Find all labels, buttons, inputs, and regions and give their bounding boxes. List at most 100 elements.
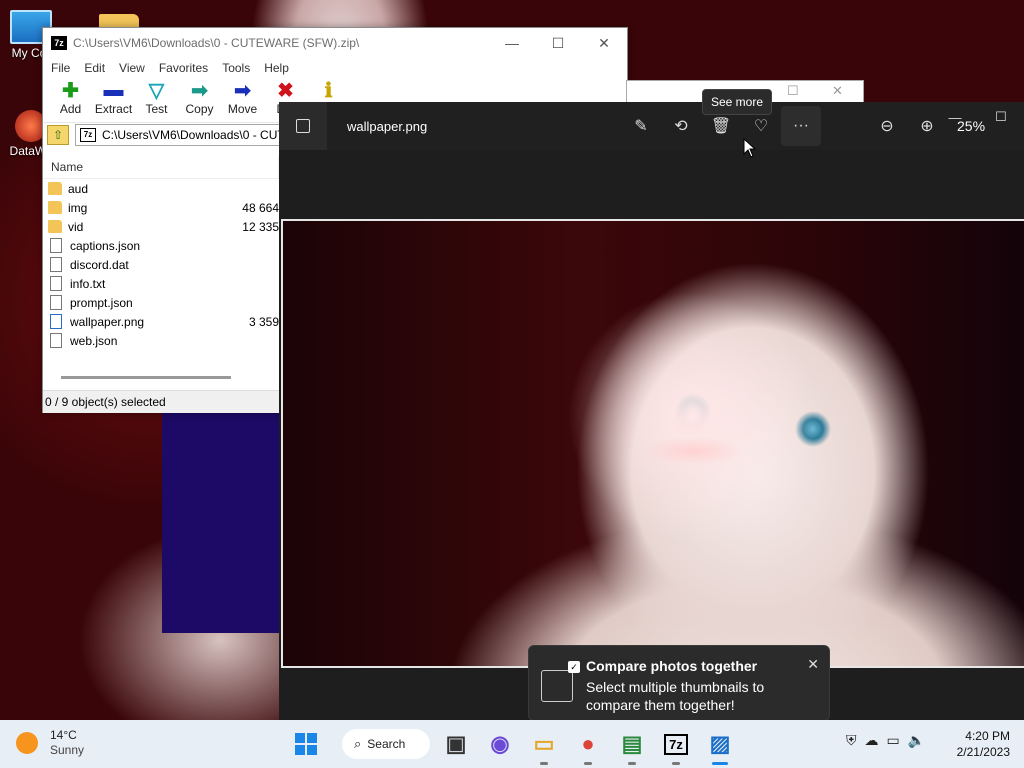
clock[interactable]: 4:20 PM 2/21/2023	[957, 728, 1010, 760]
minimize-button[interactable]: —	[489, 28, 535, 58]
app-green-icon: ▤	[621, 731, 643, 756]
volume-icon[interactable]: 🔈	[908, 732, 925, 749]
taskbar-app-file-explorer[interactable]: ▭	[528, 728, 560, 765]
close-button[interactable]: ✕	[581, 28, 627, 58]
weather-widget[interactable]: 14°C Sunny	[16, 728, 84, 757]
check-icon: ▽	[148, 79, 165, 102]
image-viewer-kitten-photo[interactable]	[281, 219, 1024, 668]
network-icon[interactable]: ▭	[887, 732, 900, 749]
file-name: img	[68, 200, 88, 215]
clock-time: 4:20 PM	[965, 729, 1010, 743]
archive-icon: 7z	[80, 128, 96, 142]
running-indicator	[584, 762, 592, 765]
see-more-button[interactable]: ···	[781, 106, 821, 146]
toolbar-button-move[interactable]: ➡ Move	[221, 78, 264, 117]
toolbar-button-copy[interactable]: ➡ Copy	[178, 78, 221, 117]
chat-icon: ◉	[490, 731, 510, 756]
see-more-icon: ···	[793, 117, 809, 134]
compare-photos-icon	[541, 661, 580, 702]
taskbar-app-7zip[interactable]: 7z	[660, 728, 692, 765]
maximize-icon: ☐	[787, 83, 799, 98]
list-item[interactable]: web.json	[43, 331, 279, 350]
tooltip-see-more: See more	[702, 89, 773, 115]
list-item[interactable]: vid 12 335	[43, 217, 279, 236]
file-list: Name aud img 48 664 vid 12 335 captions.json d…	[43, 156, 279, 378]
file-size: 48 664	[242, 200, 279, 215]
menu-edit[interactable]: Edit	[84, 61, 105, 75]
running-indicator	[628, 762, 636, 765]
list-item[interactable]: prompt.json	[43, 293, 279, 312]
filmstrip-toggle[interactable]	[279, 102, 327, 150]
onedrive-icon[interactable]: ☁	[865, 732, 879, 749]
file-icon	[50, 238, 62, 253]
folder-icon	[48, 182, 62, 195]
list-item[interactable]: aud	[43, 179, 279, 198]
rotate-icon: ⟲	[674, 118, 688, 135]
title-bar[interactable]: 7z C:\Users\VM6\Downloads\0 - CUTEWARE (…	[43, 28, 627, 58]
toolbar-label: Test	[145, 102, 168, 116]
taskbar-app-chrome[interactable]: ●	[572, 728, 604, 765]
toolbar-label: Extract	[94, 102, 133, 116]
rotate-button[interactable]: ⟲	[661, 106, 701, 146]
file-name: info.txt	[70, 276, 106, 291]
toast-title: Compare photos together	[586, 658, 758, 674]
minimize-button[interactable]: —	[932, 102, 978, 132]
horizontal-scrollbar[interactable]	[61, 376, 231, 379]
plus-icon: ✚	[62, 79, 79, 102]
file-icon	[50, 333, 62, 348]
edit-image-icon: ✎	[634, 118, 648, 135]
delete-icon: ✖	[277, 79, 294, 102]
window-title: C:\Users\VM6\Downloads\0 - CUTEWARE (SFW…	[73, 36, 360, 50]
taskbar-app-photos[interactable]: ▨	[704, 728, 736, 765]
photos-app-window: wallpaper.png ✎ ⟲ 🗑 ♡ ··· ⊖ ⊕ 25% — ☐	[279, 102, 1024, 720]
file-name: captions.json	[70, 238, 141, 253]
security-icon[interactable]: ⛨	[846, 732, 857, 749]
image-icon	[296, 119, 310, 133]
taskbar-app-chat[interactable]: ◉	[484, 728, 516, 760]
running-indicator	[712, 762, 728, 765]
list-item[interactable]: captions.json	[43, 236, 279, 255]
list-item[interactable]: info.txt	[43, 274, 279, 293]
menu-tools[interactable]: Tools	[222, 61, 250, 75]
up-folder-icon[interactable]: ⇧	[47, 125, 69, 145]
toast-close-button[interactable]: ✕	[807, 656, 819, 673]
toolbar-button-add[interactable]: ✚ Add	[49, 78, 92, 117]
file-name: aud	[68, 181, 89, 196]
arrow-right-icon: ➡	[234, 79, 251, 102]
list-item[interactable]: img 48 664	[43, 198, 279, 217]
menu-favorites[interactable]: Favorites	[159, 61, 208, 75]
arrow-right-icon: ➡	[191, 79, 208, 102]
taskbar-app-app-green[interactable]: ▤	[616, 728, 648, 765]
favorite-icon: ♡	[753, 118, 769, 135]
maximize-button[interactable]: ☐	[978, 102, 1024, 132]
start-button[interactable]	[290, 728, 322, 760]
menu-bar: File Edit View Favorites Tools Help	[43, 58, 627, 78]
toolbar-button-info[interactable]: ℹ	[307, 78, 350, 102]
windows-icon	[295, 733, 317, 755]
system-tray: ⛨ ☁ ▭ 🔈	[846, 732, 925, 749]
menu-file[interactable]: File	[51, 61, 70, 75]
weather-condition: Sunny	[50, 743, 85, 757]
toolbar-button-test[interactable]: ▽ Test	[135, 78, 178, 117]
toolbar-button-extract[interactable]: ▬ Extract	[92, 78, 135, 117]
file-icon	[50, 295, 62, 310]
edit-image-button[interactable]: ✎	[621, 106, 661, 146]
taskbar: 14°C Sunny ⌕ Search ▣ ◉ ▭ ● ▤ 7z ▨ ⛨ ☁ ▭ 🔈 4:20 P…	[0, 720, 1024, 768]
list-item[interactable]: discord.dat	[43, 255, 279, 274]
file-name: prompt.json	[70, 295, 133, 310]
file-size: 12 335	[242, 219, 279, 234]
zoom-out-button[interactable]: ⊖	[867, 106, 907, 146]
menu-help[interactable]: Help	[264, 61, 289, 75]
taskbar-app-task-view[interactable]: ▣	[440, 728, 472, 760]
toast-notification: Compare photos together Select multiple …	[528, 645, 830, 721]
info-icon: ℹ	[324, 79, 333, 102]
maximize-button[interactable]: ☐	[535, 28, 581, 58]
list-item[interactable]: wallpaper.png 3 359	[43, 312, 279, 331]
weather-temperature: 14°C	[50, 728, 77, 742]
file-name: discord.dat	[70, 257, 129, 272]
menu-view[interactable]: View	[119, 61, 145, 75]
column-header-name[interactable]: Name	[43, 156, 279, 179]
close-icon: ✕	[832, 83, 843, 98]
file-name: vid	[68, 219, 84, 234]
search-button[interactable]: ⌕ Search	[342, 729, 430, 759]
